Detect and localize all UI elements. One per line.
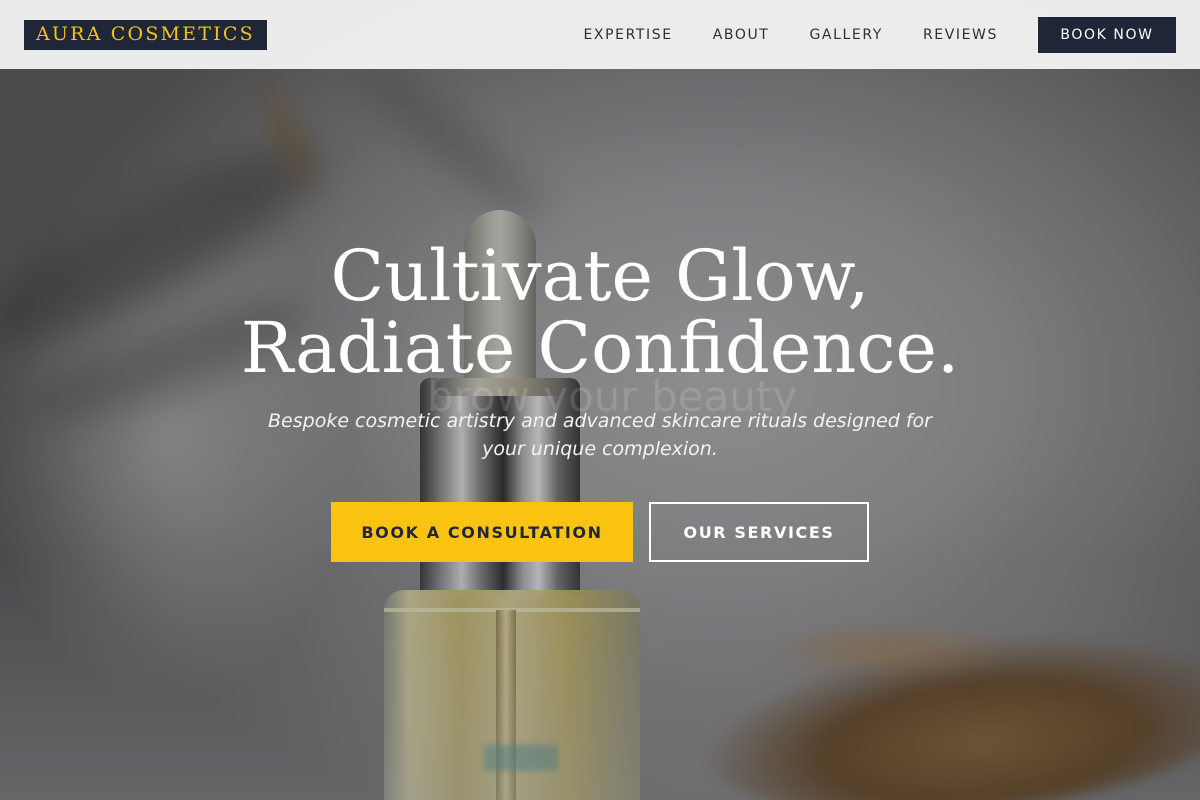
hero-subtitle-line: your unique complexion. bbox=[482, 438, 718, 460]
nav-link-gallery[interactable]: GALLERY bbox=[809, 27, 882, 43]
book-now-button[interactable]: BOOK NOW bbox=[1038, 16, 1176, 53]
nav-link-reviews[interactable]: REVIEWS bbox=[923, 27, 998, 43]
logo[interactable]: AURA COSMETICS bbox=[24, 19, 267, 50]
nav-link-expertise[interactable]: EXPERTISE bbox=[583, 27, 672, 43]
hero-subtitle: Bespoke cosmetic artistry and advanced s… bbox=[240, 407, 960, 463]
main-nav: EXPERTISE ABOUT GALLERY REVIEWS bbox=[583, 27, 998, 43]
hero-title: Cultivate Glow, Radiate Confidence. bbox=[200, 240, 1000, 384]
hero-title-line: Cultivate Glow, bbox=[330, 235, 870, 317]
hero-title-line: Radiate Confidence. bbox=[240, 307, 960, 389]
book-consultation-button[interactable]: BOOK A CONSULTATION bbox=[331, 502, 633, 562]
nav-link-about[interactable]: ABOUT bbox=[713, 27, 770, 43]
site-header: AURA COSMETICS EXPERTISE ABOUT GALLERY R… bbox=[0, 0, 1200, 69]
hero-subtitle-line: Bespoke cosmetic artistry and advanced s… bbox=[268, 410, 932, 432]
our-services-button[interactable]: OUR SERVICES bbox=[649, 502, 869, 562]
